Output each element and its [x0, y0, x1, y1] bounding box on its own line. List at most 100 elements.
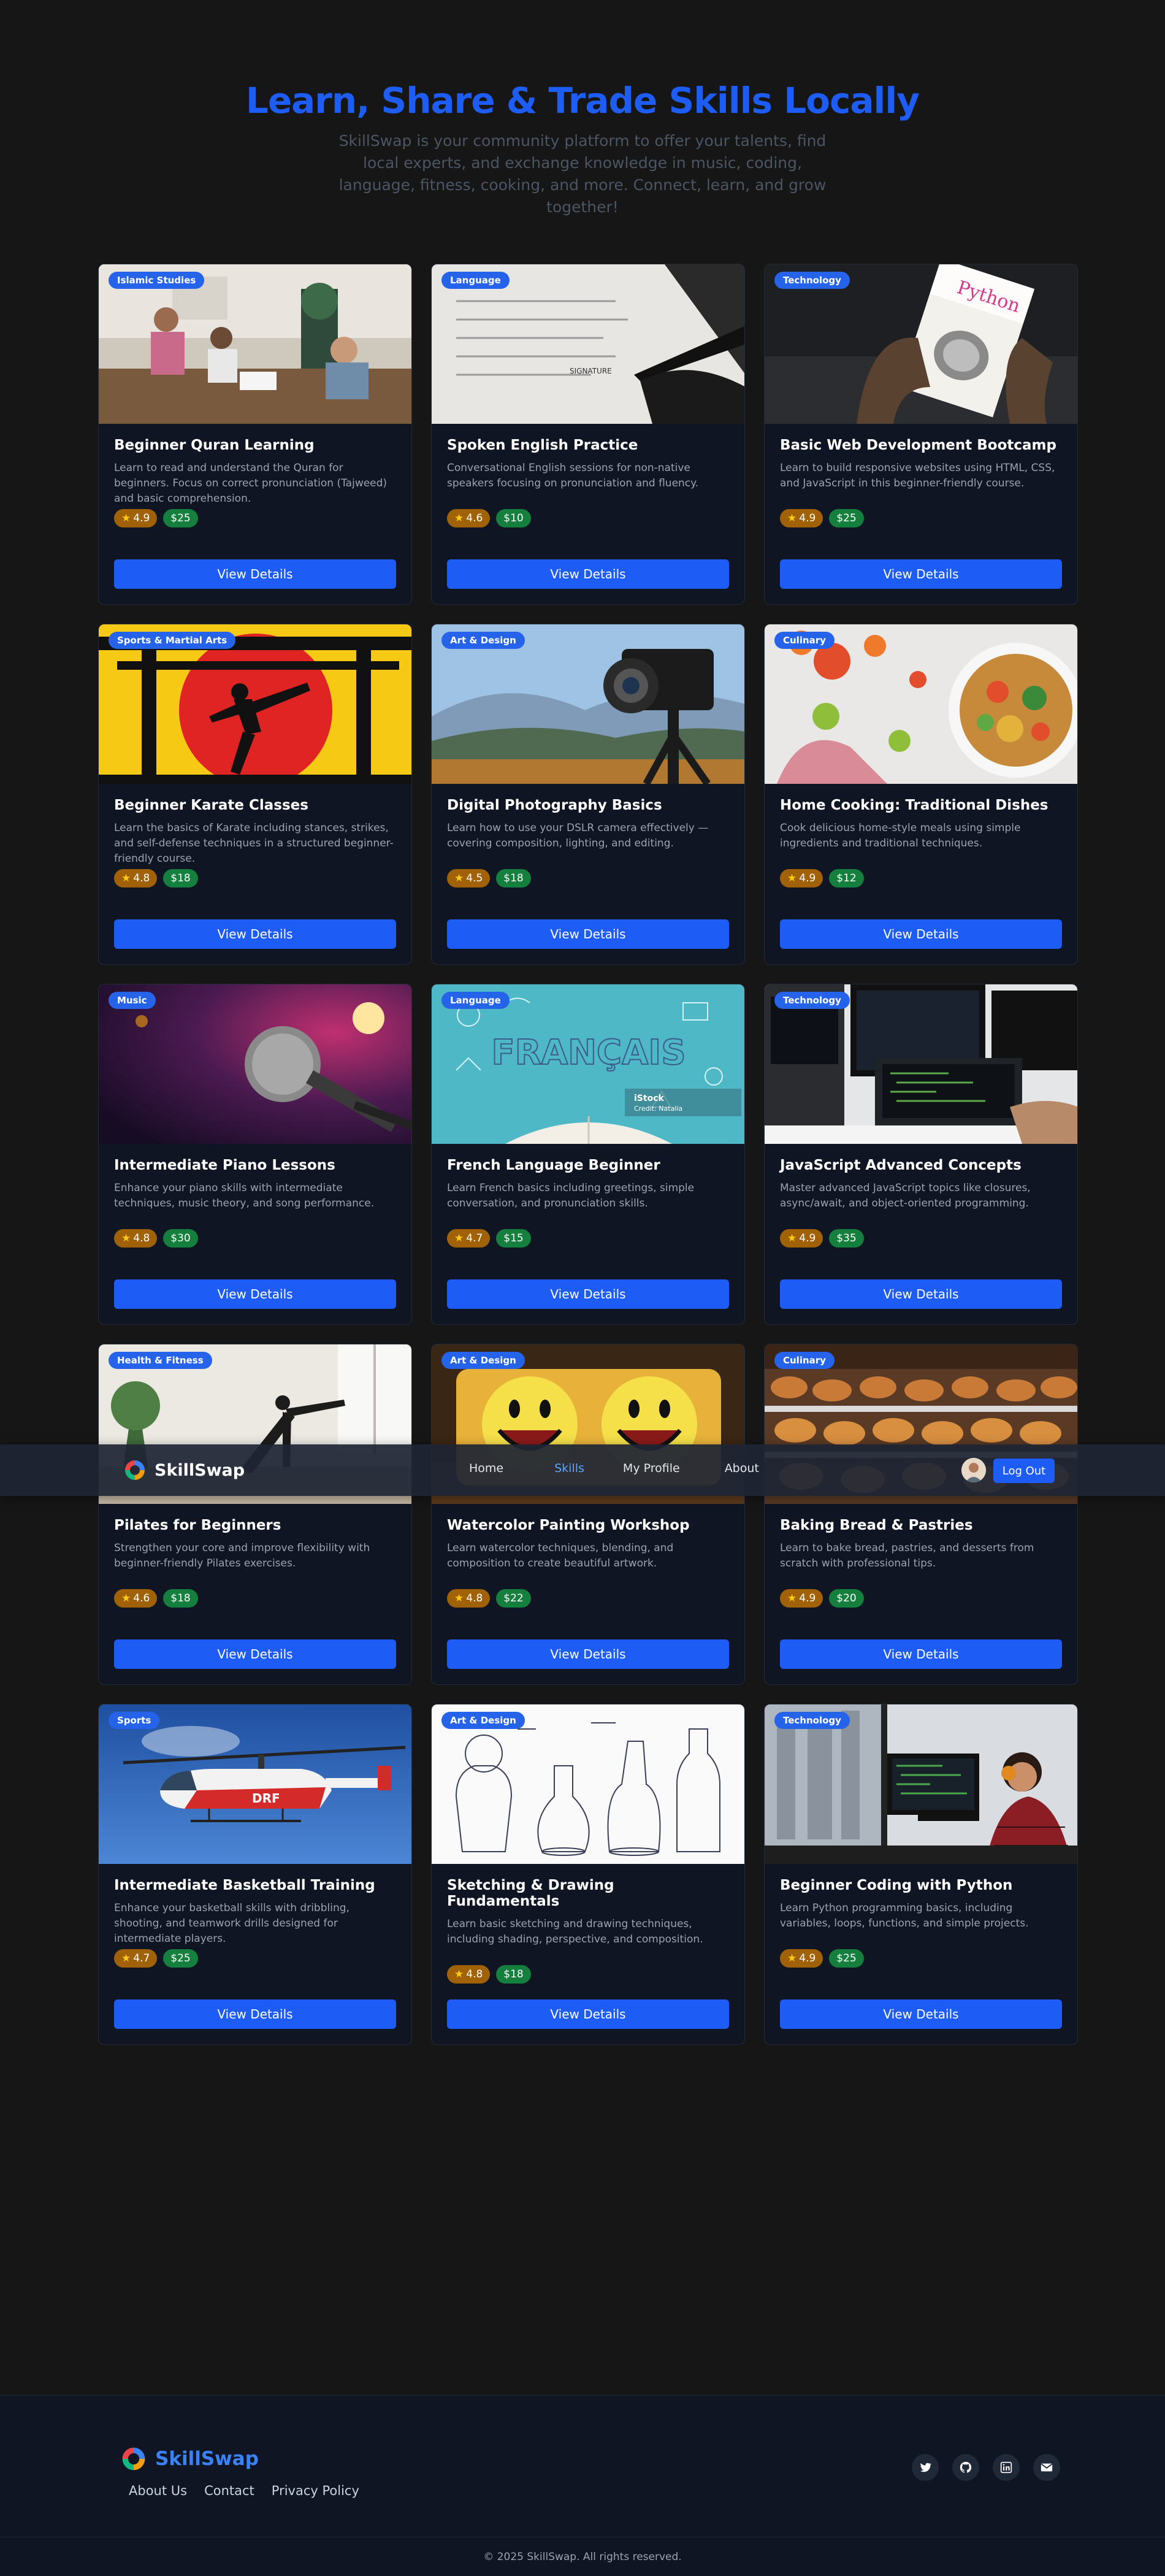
nav-link-about[interactable]: About [725, 1462, 759, 1475]
avatar[interactable] [961, 1458, 986, 1482]
skill-card[interactable]: Art & Design Sketching & Drawing Fundame… [431, 1704, 745, 2045]
price-badge: $20 [829, 1589, 864, 1608]
rating-value: 4.9 [133, 512, 150, 524]
skill-card-image: Python Technology [765, 264, 1077, 424]
view-details-button[interactable]: View Details [780, 1639, 1062, 1669]
footer-brand[interactable]: SkillSwap [120, 2445, 259, 2473]
skill-meta: ★ 4.8 $22 [447, 1589, 729, 1608]
rating-value: 4.5 [466, 872, 483, 884]
view-details-button[interactable]: View Details [780, 559, 1062, 589]
skill-card-image: Art & Design [432, 624, 744, 784]
skill-description: Learn how to use your DSLR camera effect… [447, 822, 709, 849]
rating-badge: ★ 4.9 [780, 1229, 823, 1248]
rating-badge: ★ 4.8 [447, 1965, 491, 1984]
skill-card-body: Spoken English Practice Conversational E… [432, 424, 744, 527]
skill-card[interactable]: SIGNATURE Language Spoken English Practi… [431, 264, 745, 605]
rating-value: 4.9 [799, 512, 816, 524]
star-icon: ★ [787, 1592, 797, 1604]
skill-card-image: SIGNATURE Language [432, 264, 744, 424]
nav-link-home[interactable]: Home [469, 1462, 503, 1475]
skill-card[interactable]: Culinary Home Cooking: Traditional Dishe… [764, 624, 1078, 965]
rating-badge: ★ 4.9 [780, 1949, 823, 1968]
star-icon: ★ [121, 512, 131, 524]
rating-value: 4.8 [466, 1968, 483, 1980]
skill-title: Beginner Coding with Python [780, 1877, 1013, 1893]
hero-subtitle: SkillSwap is your community platform to … [338, 132, 827, 216]
view-details-button[interactable]: View Details [780, 919, 1062, 949]
price-badge: $15 [496, 1229, 531, 1248]
skill-card-image: Sports & Martial Arts [99, 624, 411, 784]
french-word: FRANÇAIS [491, 1033, 686, 1073]
category-badge: Language [441, 992, 510, 1009]
view-details-button[interactable]: View Details [114, 1279, 396, 1309]
view-details-button[interactable]: View Details [447, 559, 729, 589]
skill-card-body: Intermediate Basketball Training Enhance… [99, 1864, 411, 1968]
view-details-button[interactable]: View Details [447, 919, 729, 949]
skill-card[interactable]: Art & Design Watercolor Painting Worksho… [431, 1344, 745, 1685]
skill-title: Watercolor Painting Workshop [447, 1517, 690, 1533]
nav-link-my-profile[interactable]: My Profile [623, 1462, 680, 1475]
hero-title: Learn, Share & Trade Skills Locally [245, 80, 920, 121]
skill-card[interactable]: Music Intermediate Piano Lessons Enhance… [98, 984, 412, 1325]
skill-card-image: Art & Design [432, 1704, 744, 1864]
nav-links: Home Skills My Profile About [466, 1462, 759, 1475]
skill-meta: ★ 4.6 $10 [447, 509, 729, 527]
category-badge: Language [441, 272, 510, 289]
skill-card-body: Beginner Coding with Python Learn Python… [765, 1864, 1077, 1968]
navbar-brand[interactable]: SkillSwap [123, 1458, 245, 1482]
watermark-credit: Credit: Natalia [634, 1105, 682, 1113]
view-details-button[interactable]: View Details [447, 1639, 729, 1669]
view-details-button[interactable]: View Details [447, 1999, 729, 2029]
star-icon: ★ [121, 872, 131, 884]
view-details-button[interactable]: View Details [114, 919, 396, 949]
price-badge: $25 [163, 1949, 198, 1968]
email-icon[interactable] [1033, 2454, 1060, 2481]
category-badge: Health & Fitness [109, 1352, 212, 1369]
skill-description: Learn the basics of Karate including sta… [114, 822, 394, 865]
skill-description: Learn French basics including greetings,… [447, 1182, 695, 1209]
github-icon[interactable] [952, 2454, 979, 2481]
skill-card[interactable]: Technology JavaScript Advanced Concepts … [764, 984, 1078, 1325]
skill-card[interactable]: Art & Design Digital Photography Basics … [431, 624, 745, 965]
skill-card[interactable]: Culinary Baking Bread & Pastries Learn t… [764, 1344, 1078, 1685]
skill-card[interactable]: Islamic Studies Beginner Quran Learning … [98, 264, 412, 605]
skill-card-image: FRANÇAIS iStock Credit: Natalia Language [432, 984, 744, 1144]
skill-card-image: Technology [765, 1704, 1077, 1864]
skill-card[interactable]: Sports & Martial Arts Beginner Karate Cl… [98, 624, 412, 965]
footer-link-contact[interactable]: Contact [204, 2483, 254, 2498]
view-details-button[interactable]: View Details [114, 559, 396, 589]
rating-badge: ★ 4.6 [447, 509, 491, 527]
rating-value: 4.8 [133, 1232, 150, 1244]
skill-meta: ★ 4.7 $15 [447, 1229, 729, 1248]
view-details-button[interactable]: View Details [447, 1279, 729, 1309]
skill-card[interactable]: Technology Beginner Coding with Python L… [764, 1704, 1078, 2045]
price-badge: $18 [496, 1965, 531, 1984]
view-details-button[interactable]: View Details [114, 1999, 396, 2029]
category-badge: Music [109, 992, 156, 1009]
rating-badge: ★ 4.8 [114, 1229, 158, 1248]
skill-card[interactable]: Python Technology Basic Web Development … [764, 264, 1078, 605]
skill-card-image: Islamic Studies [99, 264, 411, 424]
logout-button[interactable]: Log Out [993, 1459, 1055, 1483]
skill-card[interactable]: Health & Fitness Pilates for Beginners S… [98, 1344, 412, 1685]
linkedin-icon[interactable] [993, 2454, 1020, 2481]
rating-badge: ★ 4.9 [780, 1589, 823, 1608]
view-details-button[interactable]: View Details [114, 1639, 396, 1669]
skill-card[interactable]: DRF Sports Intermediate Basketball Train… [98, 1704, 412, 2045]
skill-description: Conversational English sessions for non-… [447, 462, 699, 489]
footer-link-privacy[interactable]: Privacy Policy [272, 2483, 359, 2498]
skill-description: Learn watercolor techniques, blending, a… [447, 1542, 674, 1570]
skill-card-image: Music [99, 984, 411, 1144]
footer: SkillSwap About Us Contact Privacy Polic… [0, 2395, 1165, 2576]
rating-value: 4.6 [466, 512, 483, 524]
view-details-button[interactable]: View Details [780, 1999, 1062, 2029]
skill-title: Spoken English Practice [447, 437, 638, 453]
twitter-icon[interactable] [912, 2454, 939, 2481]
nav-link-skills[interactable]: Skills [554, 1462, 584, 1475]
skill-title: Beginner Quran Learning [114, 437, 315, 453]
skill-card[interactable]: FRANÇAIS iStock Credit: Natalia Language F… [431, 984, 745, 1325]
footer-link-about[interactable]: About Us [129, 2483, 187, 2498]
star-icon: ★ [454, 1968, 464, 1980]
view-details-button[interactable]: View Details [780, 1279, 1062, 1309]
star-icon: ★ [121, 1232, 131, 1244]
